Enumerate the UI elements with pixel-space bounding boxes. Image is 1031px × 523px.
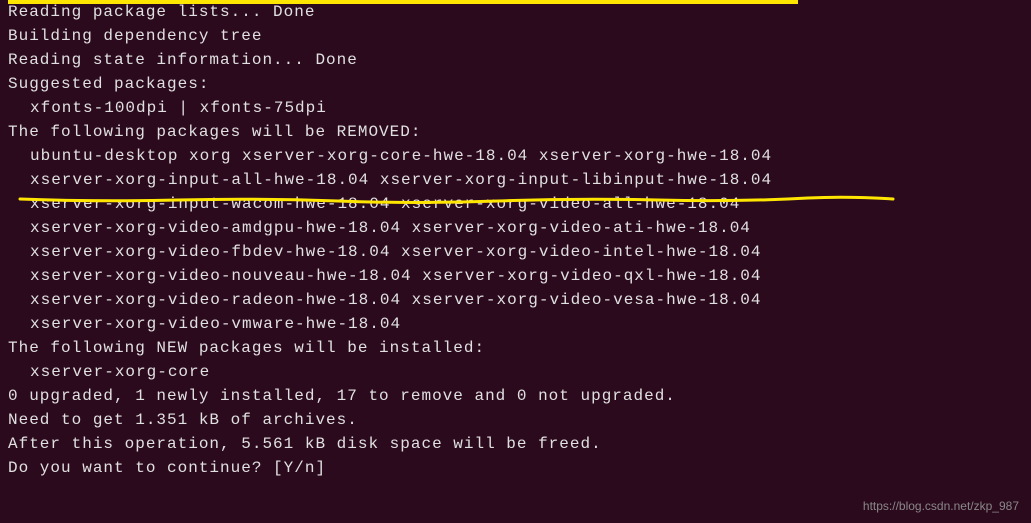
- highlight-bar-top: [8, 0, 798, 4]
- terminal-line: Reading state information... Done: [8, 48, 1031, 72]
- terminal-line: xserver-xorg-video-amdgpu-hwe-18.04 xser…: [8, 216, 1031, 240]
- terminal-line: ubuntu-desktop xorg xserver-xorg-core-hw…: [8, 144, 1031, 168]
- terminal-line: xserver-xorg-video-radeon-hwe-18.04 xser…: [8, 288, 1031, 312]
- terminal-output: Reading package lists... DoneBuilding de…: [8, 0, 1031, 480]
- terminal-line: xserver-xorg-video-nouveau-hwe-18.04 xse…: [8, 264, 1031, 288]
- terminal-line: After this operation, 5.561 kB disk spac…: [8, 432, 1031, 456]
- terminal-line: Need to get 1.351 kB of archives.: [8, 408, 1031, 432]
- terminal-line: Suggested packages:: [8, 72, 1031, 96]
- watermark-link: https://blog.csdn.net/zkp_987: [863, 497, 1019, 515]
- terminal-line: xserver-xorg-input-wacom-hwe-18.04 xserv…: [8, 192, 1031, 216]
- terminal-line: The following packages will be REMOVED:: [8, 120, 1031, 144]
- terminal-line: Do you want to continue? [Y/n]: [8, 456, 1031, 480]
- terminal-line: xfonts-100dpi | xfonts-75dpi: [8, 96, 1031, 120]
- terminal-line: Building dependency tree: [8, 24, 1031, 48]
- terminal-line: xserver-xorg-video-fbdev-hwe-18.04 xserv…: [8, 240, 1031, 264]
- terminal-line: The following NEW packages will be insta…: [8, 336, 1031, 360]
- terminal-line: xserver-xorg-video-vmware-hwe-18.04: [8, 312, 1031, 336]
- terminal-line: xserver-xorg-input-all-hwe-18.04 xserver…: [8, 168, 1031, 192]
- terminal-line: xserver-xorg-core: [8, 360, 1031, 384]
- terminal-line: 0 upgraded, 1 newly installed, 17 to rem…: [8, 384, 1031, 408]
